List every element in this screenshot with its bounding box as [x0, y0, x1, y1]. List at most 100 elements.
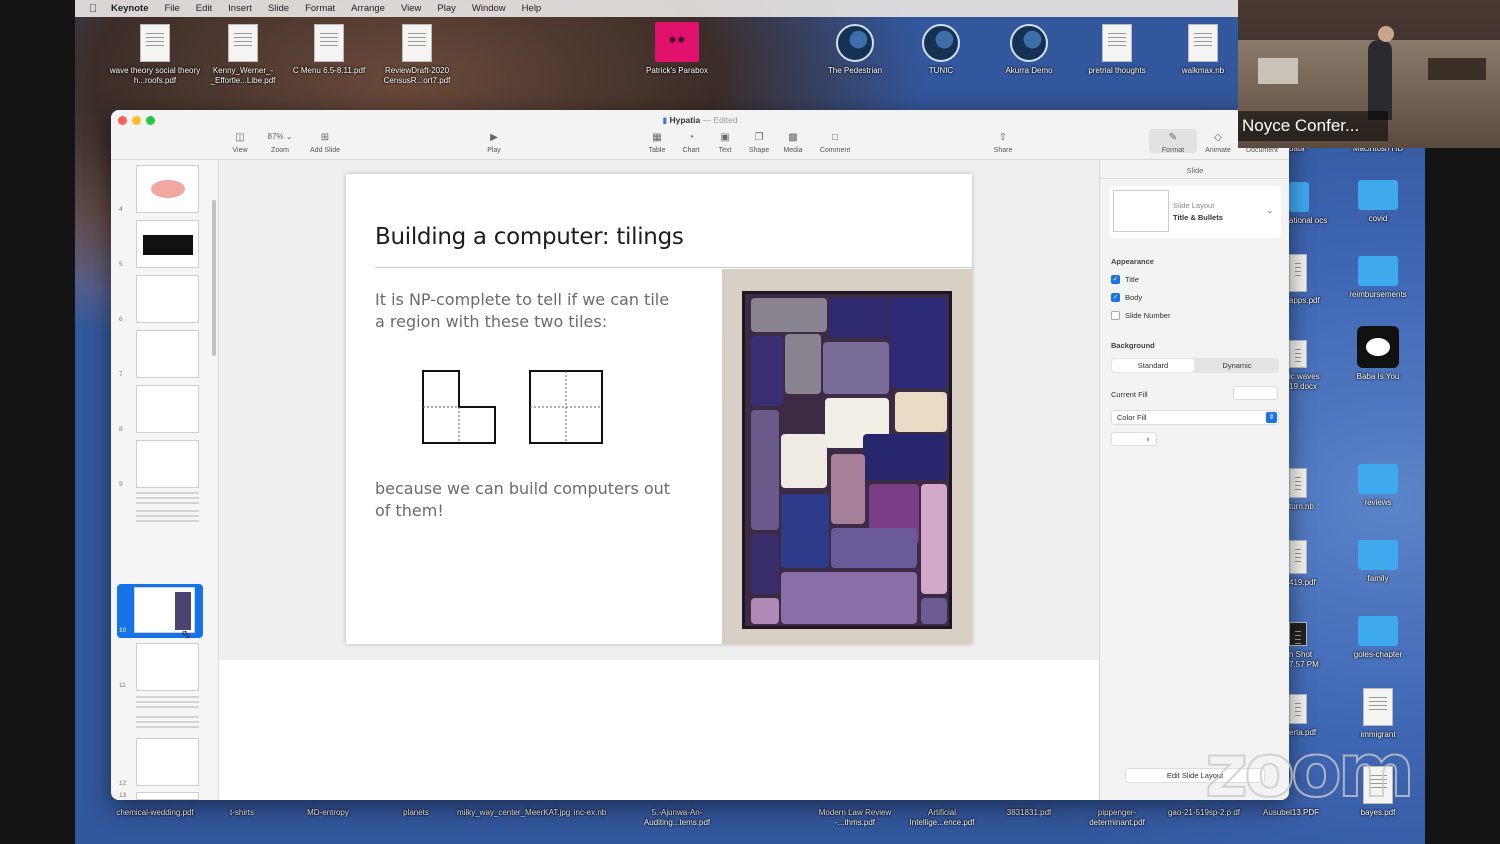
navigator-scrollbar[interactable] [212, 200, 216, 356]
desktop-file-icon[interactable]: apps.pdf [1289, 254, 1329, 306]
desktop-file-icon[interactable]: Artificial Intellige...ence.pdf [896, 808, 988, 828]
shape-label: Shape [748, 147, 770, 154]
menu-app[interactable]: Keynote [111, 3, 148, 14]
slide-title[interactable]: Building a computer: tilings [375, 224, 684, 250]
desktop-file-icon[interactable]: 3831831.pdf [983, 808, 1075, 818]
desktop-app-icon[interactable]: Baba Is You [1332, 326, 1424, 382]
menu-file[interactable]: File [164, 3, 179, 14]
desktop-app-icon[interactable]: TUNIC [895, 24, 987, 76]
puzzle-piece [781, 434, 827, 488]
slide-thumbnail[interactable] [136, 643, 199, 691]
speaker-figure [1368, 40, 1392, 120]
desktop-file-icon[interactable]: 5.-Ajunwa-An-Auditing...tems.pdf [631, 808, 723, 828]
desktop-file-icon[interactable]: turn.nb [1289, 468, 1329, 512]
skipped-slides[interactable] [136, 716, 199, 730]
desktop-folder-icon[interactable]: reimbursements [1332, 248, 1424, 300]
menu-slide[interactable]: Slide [268, 3, 289, 14]
skipped-slides[interactable] [136, 510, 199, 524]
skipped-slides[interactable] [136, 492, 199, 506]
menu-edit[interactable]: Edit [196, 3, 212, 14]
desktop-folder-icon[interactable]: ational ocs [1289, 182, 1329, 226]
slide-thumbnail[interactable] [136, 792, 199, 800]
window-toolbar: ▮ Hypatia — Edited ◫ View 87% ⌄ Zoom ⊞ Add … [111, 110, 1289, 160]
desktop-app-icon[interactable]: Akurra Demo [983, 24, 1075, 76]
desktop-file-label: n Shot 7.57 PM [1289, 650, 1319, 669]
menu-help[interactable]: Help [522, 3, 542, 14]
slide-body-text[interactable]: It is NP-complete to tell if we can tile… [375, 289, 675, 333]
play-button[interactable]: ▶ Play [470, 132, 518, 154]
desktop-folder-icon[interactable]: planets [370, 808, 462, 818]
body-checkbox-label: Body [1125, 293, 1143, 302]
apple-menu-icon[interactable]:  [83, 3, 103, 15]
comment-button[interactable]: □ Comment [811, 132, 859, 154]
format-button[interactable]: ✎ Format [1149, 129, 1197, 154]
desktop-file-icon[interactable]: C Menu 6.5-8.11.pdf [283, 24, 375, 76]
slide-number-checkbox[interactable]: Slide Number [1111, 311, 1170, 320]
fill-type-select[interactable]: Color Fill ⇕ [1111, 410, 1279, 425]
menu-window[interactable]: Window [472, 3, 506, 14]
desktop-folder-icon[interactable]: family [1332, 532, 1424, 584]
add-slide-button[interactable]: ⊞ Add Slide [301, 132, 349, 154]
color-well[interactable]: ◑ [1111, 432, 1157, 446]
desktop-folder-icon[interactable]: t-shirts [196, 808, 288, 818]
title-checkbox[interactable]: ✓ Title [1111, 275, 1139, 284]
tile-shapes[interactable] [422, 370, 604, 444]
desktop-file-label: turn.nb [1289, 502, 1314, 511]
folder-icon [1358, 256, 1398, 286]
participant-video[interactable]: Noyce Confer... [1238, 0, 1500, 148]
current-slide[interactable]: Building a computer: tilings It is NP-co… [346, 174, 972, 644]
menu-view[interactable]: View [401, 3, 421, 14]
desktop-file-icon[interactable]: milky_way_center_MeerKAT.jpg [457, 808, 570, 818]
desktop-file-icon[interactable]: wave theory social theory h...roofs.pdf [109, 24, 201, 86]
desktop-file-icon[interactable]: ic waves 19.docx [1289, 340, 1329, 392]
desktop-file-icon[interactable]: pippenger-determinant.pdf [1071, 808, 1163, 828]
zoom-menu[interactable]: 87% ⌄ Zoom [256, 132, 304, 154]
body-checkbox[interactable]: ✓ Body [1111, 293, 1142, 302]
notebook-icon [1289, 468, 1307, 498]
puzzle-piece [781, 494, 829, 568]
desktop-file-icon[interactable]: walkmax.nb [1157, 24, 1249, 76]
desktop-file-icon[interactable]: Kenny_Werner_-_Effortle...Libe.pdf [197, 24, 289, 86]
desktop-file-icon[interactable]: n Shot 7.57 PM [1289, 622, 1329, 670]
media-button[interactable]: ▩ Media [769, 132, 817, 154]
menu-format[interactable]: Format [305, 3, 335, 14]
slide-body-text-2[interactable]: because we can build computers out of th… [375, 478, 675, 522]
tiling-puzzle-photo[interactable] [722, 269, 972, 644]
menu-play[interactable]: Play [437, 3, 455, 14]
skipped-slides[interactable] [136, 696, 199, 710]
slide-thumbnail[interactable] [136, 165, 199, 213]
slide-thumbnail[interactable] [136, 738, 199, 786]
menu-arrange[interactable]: Arrange [351, 3, 385, 14]
inspector-tab-slide[interactable]: Slide [1100, 166, 1289, 175]
slide-thumbnail[interactable] [136, 220, 199, 268]
puzzle-piece [831, 528, 917, 568]
desktop-file-icon[interactable]: chemical-wedding.pdf [109, 808, 201, 818]
slide-thumbnail[interactable] [136, 385, 199, 433]
slide-layout-picker[interactable]: Slide Layout Title & Bullets ⌄ [1109, 186, 1281, 238]
desktop-folder-icon[interactable]: goles-chapter [1332, 608, 1424, 660]
menu-insert[interactable]: Insert [228, 3, 252, 14]
desktop-file-icon[interactable]: ReviewDraft-2020 CensusR...ort7.pdf [371, 24, 463, 86]
slide-number: 9 [119, 481, 123, 488]
desktop-folder-icon[interactable]: covid [1332, 172, 1424, 224]
desktop-folder-icon[interactable]: MD-entropy [282, 808, 374, 818]
desktop-app-icon[interactable]: The Pedestrian [809, 24, 901, 76]
desktop-file-icon[interactable]: 419.pdf [1289, 540, 1329, 588]
view-label: View [232, 147, 248, 154]
desktop-file-icon[interactable]: pretrial thoughts [1071, 24, 1163, 76]
current-fill-swatch[interactable] [1233, 386, 1278, 400]
standard-segment[interactable]: Standard [1112, 359, 1194, 372]
desktop-file-icon[interactable]: inc-ex.nb [544, 808, 636, 818]
slide-thumbnail[interactable] [136, 330, 199, 378]
dynamic-segment[interactable]: Dynamic [1196, 359, 1278, 372]
desktop-file-icon[interactable]: Modern Law Review -...thms.pdf [809, 808, 901, 828]
slide-thumbnail[interactable] [136, 275, 199, 323]
puzzle-tray [742, 291, 952, 629]
square-tile-shape [529, 370, 603, 444]
share-button[interactable]: ⇧ Share [979, 132, 1027, 154]
slide-number-label: Slide Number [1125, 311, 1171, 320]
desktop-app-icon[interactable]: Patrick's Parabox [631, 22, 723, 76]
animate-button[interactable]: ◇ Animate [1194, 132, 1242, 154]
desktop-folder-icon[interactable]: reviews [1332, 456, 1424, 508]
slide-thumbnail[interactable] [136, 440, 199, 488]
